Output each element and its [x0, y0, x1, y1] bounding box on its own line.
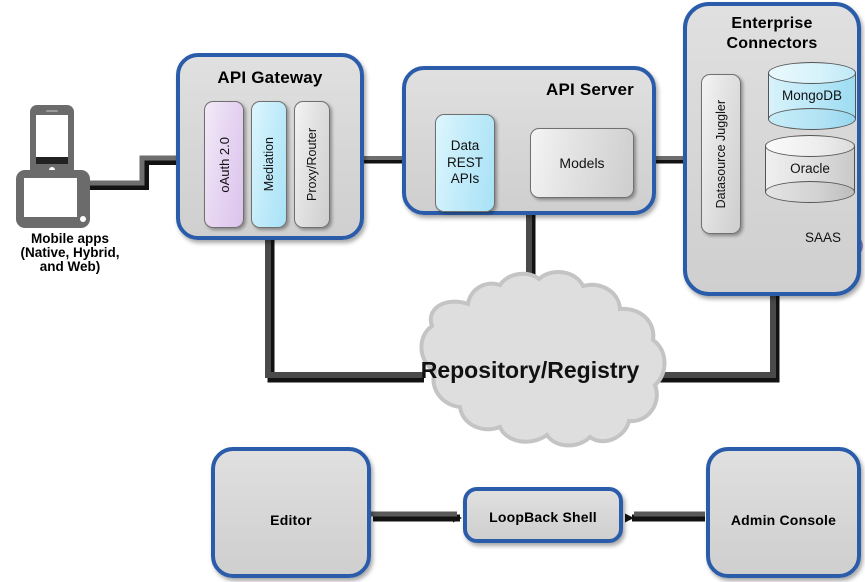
admin-console-label: Admin Console: [730, 512, 837, 528]
enterprise-connectors-title-line-2: Connectors: [726, 34, 818, 52]
caption-line-3: and Web): [39, 258, 102, 275]
data-rest-apis-line-1: Data: [450, 137, 480, 153]
loopback-shell-box[interactable]: LoopBack Shell: [463, 487, 623, 543]
admin-console-box[interactable]: Admin Console: [706, 447, 861, 578]
mobile-phone-icon: [30, 105, 74, 177]
datasource-saas-label[interactable]: SAAS: [787, 230, 859, 245]
data-rest-apis-line-3: APIs: [450, 171, 480, 187]
diagram-canvas: Mobile apps (Native, Hybrid, and Web) AP…: [0, 0, 865, 582]
datasource-oracle[interactable]: Oracle: [765, 135, 855, 203]
gateway-component-proxy-router-label: Proxy/Router: [305, 128, 319, 201]
datasource-juggler-label: Datasource Juggler: [714, 99, 728, 209]
gateway-component-mediation[interactable]: Mediation: [251, 101, 287, 228]
gateway-component-oauth[interactable]: oAuth 2.0: [204, 101, 244, 228]
repository-registry-label[interactable]: Repository/Registry: [400, 357, 660, 384]
gateway-component-mediation-label: Mediation: [262, 137, 276, 192]
datasource-juggler[interactable]: Datasource Juggler: [701, 74, 741, 234]
data-rest-apis-line-2: REST: [446, 154, 483, 170]
api-server-box[interactable]: API Server Data REST APIs Models: [402, 66, 656, 215]
models-label: Models: [559, 155, 605, 171]
enterprise-connectors-title: Enterprise Connectors: [687, 14, 857, 53]
gateway-component-proxy-router[interactable]: Proxy/Router: [294, 101, 330, 228]
datasource-oracle-label: Oracle: [790, 161, 830, 176]
enterprise-connectors-title-line-1: Enterprise: [731, 15, 813, 32]
editor-label: Editor: [270, 512, 312, 528]
editor-box[interactable]: Editor: [211, 447, 371, 578]
mobile-apps-caption: Mobile apps (Native, Hybrid, and Web): [0, 230, 140, 275]
datasource-mongodb-label: MongoDB: [781, 88, 843, 103]
api-server-title: API Server: [546, 80, 634, 99]
datasource-mongodb[interactable]: MongoDB: [768, 62, 856, 130]
tablet-device-icon: [16, 170, 90, 228]
loopback-shell-label: LoopBack Shell: [489, 509, 597, 525]
server-component-models[interactable]: Models: [530, 128, 634, 198]
caption-line-1: Mobile apps: [30, 230, 110, 247]
gateway-component-oauth-label: oAuth 2.0: [216, 136, 232, 193]
api-gateway-title: API Gateway: [217, 68, 323, 87]
api-gateway-box[interactable]: API Gateway oAuth 2.0 Mediation Proxy/Ro…: [176, 53, 364, 240]
caption-line-2: (Native, Hybrid,: [19, 244, 120, 261]
server-component-data-rest-apis[interactable]: Data REST APIs: [435, 114, 495, 212]
